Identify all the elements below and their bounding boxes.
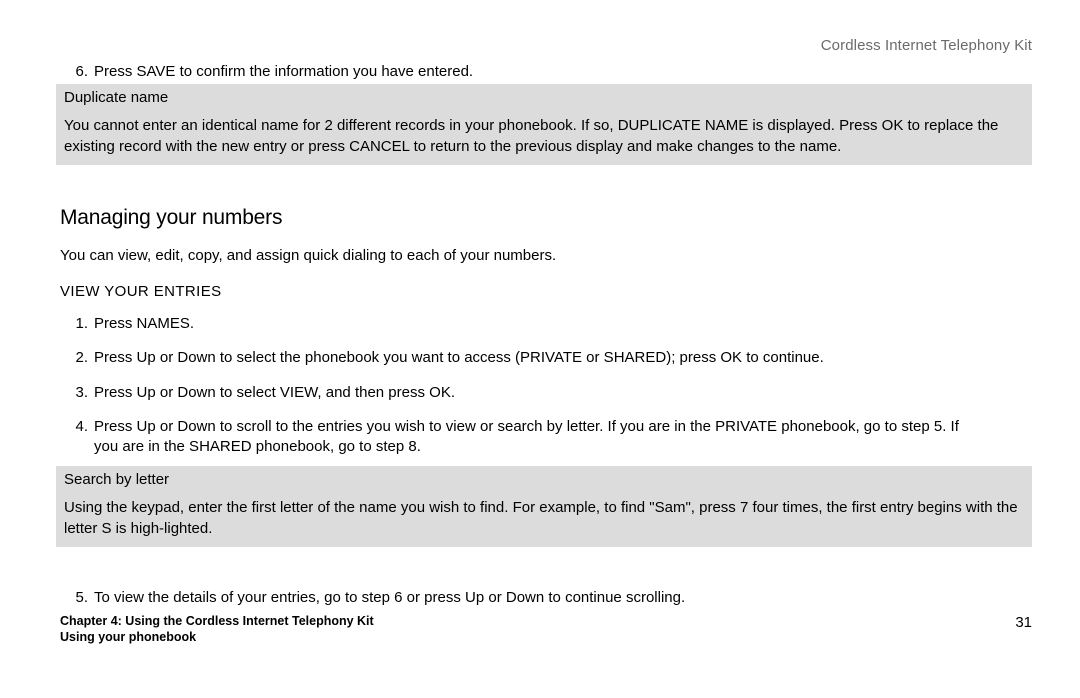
note-body: You cannot enter an identical name for 2… [64, 116, 1024, 157]
list-item: 3. Press Up or Down to select VIEW, and … [64, 383, 964, 403]
steps-list: 1. Press NAMES. 2. Press Up or Down to s… [64, 314, 964, 471]
header-product-title: Cordless Internet Telephony Kit [821, 36, 1032, 56]
note-duplicate-name: Duplicate name You cannot enter an ident… [56, 84, 1032, 165]
step-number: 2. [64, 348, 88, 368]
step-number: 1. [64, 314, 88, 334]
footer-subsection-line: Using your phonebook [60, 629, 374, 645]
document-page: Cordless Internet Telephony Kit 6. Press… [0, 0, 1080, 698]
step-text: To view the details of your entries, go … [94, 588, 685, 608]
section-intro: You can view, edit, copy, and assign qui… [60, 246, 556, 266]
note-title: Search by letter [64, 470, 1024, 490]
step-text: Press Up or Down to scroll to the entrie… [94, 417, 964, 458]
section-subhead: VIEW YOUR ENTRIES [60, 282, 222, 302]
step-5: 5. To view the details of your entries, … [64, 588, 685, 608]
footer-chapter-line: Chapter 4: Using the Cordless Internet T… [60, 613, 374, 629]
note-body: Using the keypad, enter the first letter… [64, 498, 1024, 539]
note-title: Duplicate name [64, 88, 1024, 108]
step-text: Press Up or Down to select the phonebook… [94, 348, 824, 368]
step-text: Press Up or Down to select VIEW, and the… [94, 383, 455, 403]
step-text: Press SAVE to confirm the information yo… [94, 62, 473, 82]
list-item: 2. Press Up or Down to select the phoneb… [64, 348, 964, 368]
footer-chapter: Chapter 4: Using the Cordless Internet T… [60, 613, 374, 646]
page-number: 31 [1015, 613, 1032, 633]
step-number: 5. [64, 588, 88, 608]
step-number: 3. [64, 383, 88, 403]
list-item: 4. Press Up or Down to scroll to the ent… [64, 417, 964, 458]
step-number: 4. [64, 417, 88, 458]
section-heading: Managing your numbers [60, 204, 282, 232]
step-text: Press NAMES. [94, 314, 194, 334]
step-6: 6. Press SAVE to confirm the information… [64, 62, 473, 82]
list-item: 1. Press NAMES. [64, 314, 964, 334]
note-search-by-letter: Search by letter Using the keypad, enter… [56, 466, 1032, 547]
step-number: 6. [64, 62, 88, 82]
